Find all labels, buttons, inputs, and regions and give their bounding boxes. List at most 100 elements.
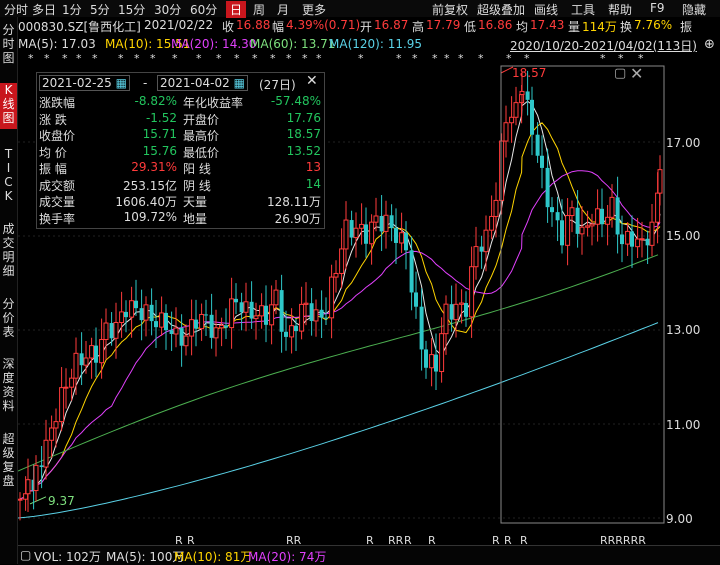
close-value: 16.88 [236, 18, 271, 32]
candle-body [565, 215, 571, 246]
end-date-field[interactable]: 2021-04-02 ▦ [157, 75, 248, 91]
candle-body [414, 292, 418, 307]
candle-body [620, 234, 624, 245]
menu-duori[interactable]: 多日 [32, 1, 56, 18]
candle-body [339, 248, 345, 274]
menu-help[interactable]: 帮助 [608, 1, 632, 18]
menu-5min[interactable]: 5分 [90, 1, 110, 18]
menu-draw-line[interactable]: 画线 [534, 1, 558, 18]
candle-body [589, 223, 595, 227]
candle-body [545, 167, 550, 208]
vol-square-icon[interactable]: ▢ [20, 548, 31, 562]
star-marker: * [44, 52, 50, 65]
high-annotation: 18.57 [512, 66, 547, 80]
menu-fenshi[interactable]: 分时 [4, 1, 28, 18]
candle-body [149, 304, 154, 322]
stat-label: 振 幅 [39, 162, 67, 176]
candle-body [94, 345, 98, 363]
menu-1min[interactable]: 1分 [62, 1, 82, 18]
interval-stats-panel: 2021-02-25 ▦ - 2021-04-02 ▦ (27日) ✕ 涨跌幅 -… [36, 72, 325, 229]
candle-body [154, 321, 158, 328]
calendar-icon[interactable]: ▦ [234, 76, 245, 90]
menu-f9[interactable]: F9 [650, 1, 665, 15]
candle-body [459, 302, 465, 305]
ma60-legend: MA(60): 13.71 [250, 37, 336, 51]
candle-body [379, 215, 384, 232]
menu-super-overlay[interactable]: 超级叠加 [477, 1, 525, 18]
candle-body [324, 317, 328, 319]
menu-tools[interactable]: 工具 [571, 1, 595, 18]
candle-body [575, 207, 580, 234]
candle-body [439, 333, 445, 373]
candle-body [23, 493, 29, 500]
candle-body [540, 155, 544, 168]
open-label: 开 [360, 20, 373, 34]
candle-body [424, 349, 428, 368]
candle-body [159, 312, 165, 328]
candle-body [493, 199, 499, 217]
low-annotation: 9.37 [48, 494, 75, 508]
candle-body [143, 304, 149, 321]
stat-label: 阴 线 [183, 178, 211, 193]
star-marker: * [252, 52, 258, 65]
candle-body [649, 221, 655, 246]
candle-body [259, 305, 265, 317]
star-marker: * [92, 52, 98, 65]
candle-body [164, 312, 168, 331]
star-marker: * [444, 52, 450, 65]
menu-monthly[interactable]: 月 [277, 1, 289, 18]
menu-60min[interactable]: 60分 [190, 1, 217, 18]
side-tab-trade-detail[interactable]: 成 交 明 细 [0, 222, 17, 280]
menu-30min[interactable]: 30分 [154, 1, 181, 18]
side-tab-tick[interactable]: T I C K [0, 147, 17, 205]
candle-body [124, 311, 128, 318]
close-icon[interactable]: ✕ [306, 73, 318, 89]
candle-body [595, 208, 601, 225]
calendar-icon[interactable]: ▦ [116, 76, 127, 90]
candle-body [343, 219, 349, 250]
start-date-field[interactable]: 2021-02-25 ▦ [39, 75, 130, 91]
candle-body [434, 354, 438, 372]
settings-icon[interactable]: ⊕ [704, 37, 715, 52]
restore-icon[interactable]: ▢ [614, 66, 626, 81]
menu-weekly[interactable]: 周 [253, 1, 265, 18]
stat-label: 地量 [183, 211, 208, 226]
stat-value: 15.71 [142, 127, 177, 141]
candle-body [173, 327, 179, 335]
menu-daily[interactable]: 日 [226, 1, 247, 18]
menu-hide[interactable]: 隐藏 [682, 1, 706, 18]
candle-body [404, 232, 408, 251]
stat-value: 18.57 [286, 127, 321, 141]
candle-body [139, 308, 144, 321]
candle-body [43, 439, 49, 468]
close-label: 收 [222, 20, 235, 34]
side-tab-price-table[interactable]: 分 价 表 [0, 297, 17, 341]
candle-body [383, 214, 389, 232]
candle-body [224, 325, 228, 328]
star-marker: * [316, 52, 322, 65]
side-tab-kline[interactable]: K 线 图 [0, 83, 17, 129]
candle-body [483, 229, 489, 253]
candle-body [204, 314, 208, 316]
candle-body [329, 276, 335, 319]
candle-body [469, 266, 475, 318]
avg-value: 17.43 [530, 18, 565, 32]
side-tab-super-replay[interactable]: 超 级 复 盘 [0, 432, 17, 490]
side-tab-fenshi[interactable]: 分 时 图 [0, 23, 17, 67]
star-marker: * [196, 52, 202, 65]
candle-body [655, 192, 661, 223]
candle-body [429, 354, 435, 369]
stat-label: 开盘价 [183, 112, 220, 127]
star-marker: * [216, 52, 222, 65]
candle-body [609, 196, 615, 218]
menu-qianfuquan[interactable]: 前复权 [432, 1, 468, 18]
stat-label: 成交量 [39, 195, 76, 209]
side-tab-deep-data[interactable]: 深 度 资 料 [0, 357, 17, 415]
candle-body [389, 215, 394, 229]
candle-body [194, 319, 198, 329]
menu-15min[interactable]: 15分 [118, 1, 145, 18]
low-label: 低 [464, 20, 477, 34]
close-icon[interactable]: ✕ [630, 64, 643, 83]
menu-more[interactable]: 更多 [302, 1, 326, 18]
top-menu-bar: 分时 多日 1分 5分 15分 30分 60分 日 周 月 更多 前复权 超级叠… [0, 0, 720, 18]
